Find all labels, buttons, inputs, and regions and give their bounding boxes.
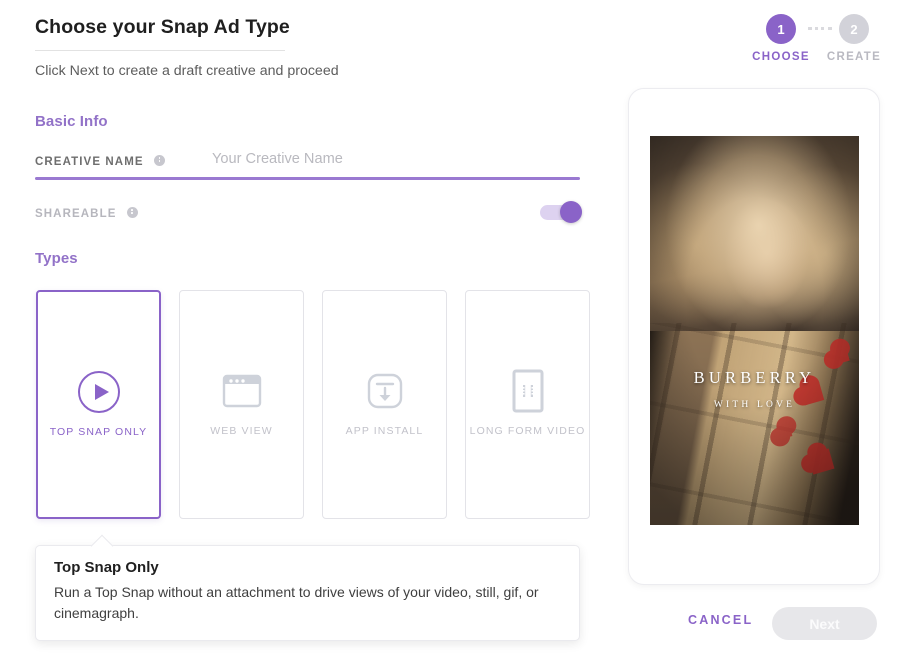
stepper: 1 CHOOSE 2 CREATE: [610, 14, 899, 74]
info-icon[interactable]: [126, 207, 138, 218]
type-card-top-snap-only[interactable]: TOP SNAP ONLY: [36, 290, 161, 519]
type-card-label: APP INSTALL: [345, 425, 424, 437]
shareable-toggle-knob: [560, 201, 582, 223]
type-card-label: WEB VIEW: [210, 425, 273, 437]
stepper-step-choose[interactable]: 1 CHOOSE: [751, 14, 811, 63]
creative-preview[interactable]: BURBERRY WITH LOVE: [650, 136, 859, 525]
shareable-label: SHAREABLE: [35, 207, 138, 220]
basic-info-heading: Basic Info: [35, 113, 108, 130]
phone-film-icon: [466, 363, 589, 419]
creative-tagline-text: WITH LOVE: [713, 400, 796, 410]
cancel-button[interactable]: CANCEL: [688, 613, 753, 627]
creative-name-label-text: CREATIVE NAME: [35, 156, 144, 168]
title-divider: [35, 50, 285, 51]
step-number: 1: [766, 14, 796, 44]
type-description-tooltip: Top Snap Only Run a Top Snap without an …: [35, 545, 580, 641]
creative-name-label: CREATIVE NAME: [35, 155, 165, 168]
creative-name-field[interactable]: [212, 150, 580, 174]
shareable-label-text: SHAREABLE: [35, 208, 117, 220]
play-circle-icon: [38, 364, 159, 420]
type-card-web-view[interactable]: WEB VIEW: [179, 290, 304, 519]
download-box-icon: [323, 363, 446, 419]
tooltip-description: Run a Top Snap without an attachment to …: [54, 584, 539, 621]
info-icon[interactable]: [153, 155, 165, 166]
page-subtitle: Click Next to create a draft creative an…: [35, 63, 339, 79]
step-label: CREATE: [826, 51, 882, 63]
creative-brand-text: BURBERRY: [693, 368, 816, 387]
page-title: Choose your Snap Ad Type: [35, 16, 290, 38]
next-button[interactable]: Next: [772, 607, 877, 640]
creative-name-underline: [35, 177, 580, 180]
phone-preview-frame: BURBERRY WITH LOVE: [628, 88, 880, 585]
type-card-app-install[interactable]: APP INSTALL: [322, 290, 447, 519]
types-heading: Types: [35, 250, 78, 267]
stepper-step-create[interactable]: 2 CREATE: [824, 14, 884, 63]
creative-image-vignette: [650, 136, 859, 525]
type-card-label: LONG FORM VIDEO: [469, 425, 586, 437]
step-label: CHOOSE: [752, 51, 810, 63]
shareable-toggle[interactable]: [540, 201, 582, 223]
preview-pane: 1 CHOOSE 2 CREATE BURBERRY WITH LOVE: [610, 0, 899, 655]
browser-window-icon: [180, 363, 303, 419]
type-card-label: TOP SNAP ONLY: [49, 426, 148, 438]
form-pane: Choose your Snap Ad Type Click Next to c…: [0, 0, 610, 655]
step-number: 2: [839, 14, 869, 44]
type-card-group: TOP SNAP ONLY WEB VIEW APP INSTALL LONG …: [36, 290, 601, 521]
type-card-long-form-video[interactable]: LONG FORM VIDEO: [465, 290, 590, 519]
creative-name-input[interactable]: [212, 151, 580, 167]
tooltip-title: Top Snap Only: [54, 559, 159, 576]
